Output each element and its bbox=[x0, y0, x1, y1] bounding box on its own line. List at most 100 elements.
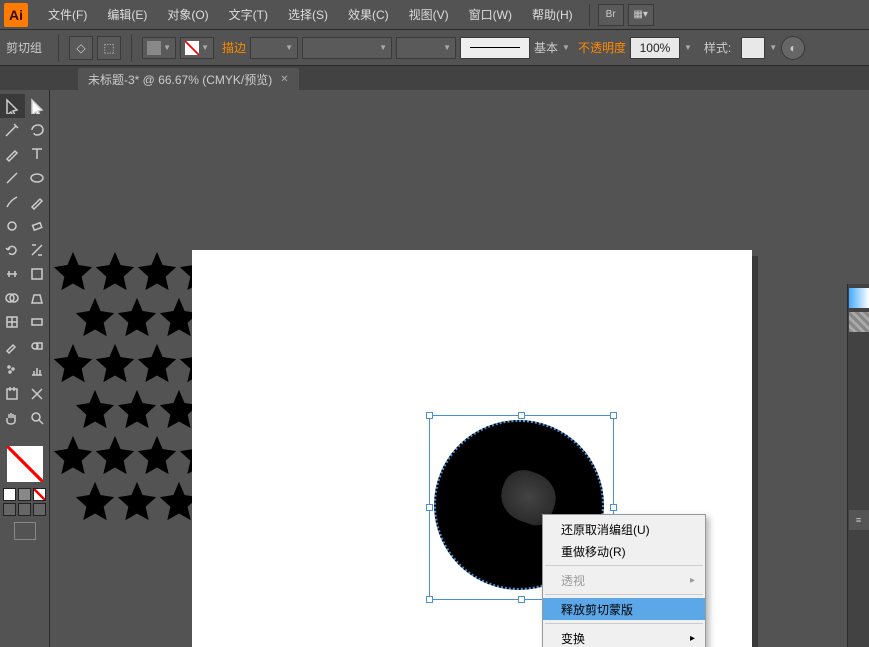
star-shape[interactable] bbox=[114, 294, 160, 340]
star-shape[interactable] bbox=[50, 340, 96, 386]
star-shape[interactable] bbox=[72, 478, 118, 524]
brush-tool[interactable] bbox=[0, 190, 25, 214]
hand-tool[interactable] bbox=[0, 406, 25, 430]
menu-object[interactable]: 对象(O) bbox=[157, 0, 218, 29]
canvas[interactable]: 还原取消编组(U)重做移动(R)透视释放剪切蒙版变换排列选择 bbox=[50, 90, 869, 647]
menu-select[interactable]: 选择(S) bbox=[278, 0, 338, 29]
stroke-profile-dropdown[interactable] bbox=[302, 37, 392, 59]
blend-tool[interactable] bbox=[25, 334, 50, 358]
context-menu-item: 透视 bbox=[543, 569, 705, 591]
no-fill-dropdown[interactable] bbox=[180, 37, 214, 59]
slice-tool[interactable] bbox=[25, 382, 50, 406]
direct-selection-tool[interactable] bbox=[25, 94, 50, 118]
pencil-tool[interactable] bbox=[25, 190, 50, 214]
color-panel-icon[interactable] bbox=[849, 288, 869, 308]
star-shape[interactable] bbox=[72, 294, 118, 340]
pen-tool[interactable] bbox=[0, 142, 25, 166]
zoom-tool[interactable] bbox=[25, 406, 50, 430]
artboard-tool[interactable] bbox=[0, 382, 25, 406]
gradient-mode-btn[interactable] bbox=[18, 488, 31, 501]
document-tab-bar: 未标题-3* @ 66.67% (CMYK/预览) ✕ bbox=[0, 66, 869, 90]
stroke-weight-dropdown[interactable] bbox=[250, 37, 298, 59]
draw-normal-btn[interactable] bbox=[3, 503, 16, 516]
star-shape[interactable] bbox=[134, 340, 180, 386]
width-tool[interactable] bbox=[0, 262, 25, 286]
lasso-tool[interactable] bbox=[25, 118, 50, 142]
context-menu-item[interactable]: 重做移动(R) bbox=[543, 540, 705, 562]
star-shape[interactable] bbox=[134, 432, 180, 478]
context-menu-item[interactable]: 还原取消编组(U) bbox=[543, 518, 705, 540]
context-menu-item[interactable]: 变换 bbox=[543, 627, 705, 647]
star-shape[interactable] bbox=[50, 432, 96, 478]
document-tab-title: 未标题-3* @ 66.67% (CMYK/预览) bbox=[88, 71, 272, 88]
stroke-label: 描边 bbox=[222, 39, 246, 56]
star-shape[interactable] bbox=[134, 248, 180, 294]
menu-bar: Ai 文件(F) 编辑(E) 对象(O) 文字(T) 选择(S) 效果(C) 视… bbox=[0, 0, 869, 30]
free-transform-tool[interactable] bbox=[25, 262, 50, 286]
menu-edit[interactable]: 编辑(E) bbox=[97, 0, 157, 29]
star-shape[interactable] bbox=[72, 386, 118, 432]
brush-preview[interactable] bbox=[460, 37, 530, 59]
stroke-panel-icon[interactable]: ≡ bbox=[849, 510, 869, 530]
eyedropper-tool[interactable] bbox=[0, 334, 25, 358]
graph-tool[interactable] bbox=[25, 358, 50, 382]
menu-type[interactable]: 文字(T) bbox=[219, 0, 278, 29]
handle-top-center[interactable] bbox=[518, 412, 525, 419]
bridge-button[interactable]: Br bbox=[598, 4, 624, 26]
menu-file[interactable]: 文件(F) bbox=[38, 0, 97, 29]
menu-effect[interactable]: 效果(C) bbox=[338, 0, 399, 29]
color-mode-btn[interactable] bbox=[3, 488, 16, 501]
ellipse-tool[interactable] bbox=[25, 166, 50, 190]
shape-builder-tool[interactable] bbox=[0, 286, 25, 310]
context-menu: 还原取消编组(U)重做移动(R)透视释放剪切蒙版变换排列选择 bbox=[542, 514, 706, 647]
menu-window[interactable]: 窗口(W) bbox=[459, 0, 522, 29]
brush-def-dropdown[interactable] bbox=[396, 37, 456, 59]
mesh-tool[interactable] bbox=[0, 310, 25, 334]
perspective-tool[interactable] bbox=[25, 286, 50, 310]
edit-mask-button[interactable]: ⬚ bbox=[97, 36, 121, 60]
star-shape[interactable] bbox=[92, 248, 138, 294]
rotate-tool[interactable] bbox=[0, 238, 25, 262]
magic-wand-tool[interactable] bbox=[0, 118, 25, 142]
arrange-documents-button[interactable]: ▦▾ bbox=[628, 4, 654, 26]
app-logo: Ai bbox=[4, 3, 28, 27]
star-shape[interactable] bbox=[114, 478, 160, 524]
swatches-panel-icon[interactable] bbox=[849, 312, 869, 332]
opacity-input[interactable] bbox=[630, 37, 680, 59]
line-tool[interactable] bbox=[0, 166, 25, 190]
fill-stroke-swatch[interactable] bbox=[7, 446, 43, 482]
type-tool[interactable] bbox=[25, 142, 50, 166]
handle-mid-right[interactable] bbox=[610, 504, 617, 511]
blob-tool[interactable] bbox=[0, 214, 25, 238]
toolbox bbox=[0, 90, 50, 647]
star-shape[interactable] bbox=[92, 340, 138, 386]
menu-view[interactable]: 视图(V) bbox=[399, 0, 459, 29]
symbol-sprayer-tool[interactable] bbox=[0, 358, 25, 382]
draw-inside-btn[interactable] bbox=[33, 503, 46, 516]
control-bar: 剪切组 ◇ ⬚ 描边 基本 ▼ 不透明度 ▼ 样式: ▼ ◐ bbox=[0, 30, 869, 66]
star-shape[interactable] bbox=[92, 432, 138, 478]
star-shape[interactable] bbox=[114, 386, 160, 432]
handle-mid-left[interactable] bbox=[426, 504, 433, 511]
draw-behind-btn[interactable] bbox=[18, 503, 31, 516]
selection-type-label: 剪切组 bbox=[6, 39, 42, 56]
recolor-button[interactable]: ◐ bbox=[781, 36, 805, 60]
handle-top-left[interactable] bbox=[426, 412, 433, 419]
handle-bottom-center[interactable] bbox=[518, 596, 525, 603]
selection-tool[interactable] bbox=[0, 94, 25, 118]
close-icon[interactable]: ✕ bbox=[280, 74, 288, 85]
document-tab[interactable]: 未标题-3* @ 66.67% (CMYK/预览) ✕ bbox=[78, 68, 299, 90]
edit-contents-button[interactable]: ◇ bbox=[69, 36, 93, 60]
menu-help[interactable]: 帮助(H) bbox=[522, 0, 583, 29]
fill-dropdown[interactable] bbox=[142, 37, 176, 59]
handle-top-right[interactable] bbox=[610, 412, 617, 419]
gradient-tool[interactable] bbox=[25, 310, 50, 334]
none-mode-btn[interactable] bbox=[33, 488, 46, 501]
context-menu-item[interactable]: 释放剪切蒙版 bbox=[543, 598, 705, 620]
scale-tool[interactable] bbox=[25, 238, 50, 262]
handle-bottom-left[interactable] bbox=[426, 596, 433, 603]
style-swatch[interactable] bbox=[741, 37, 765, 59]
star-shape[interactable] bbox=[50, 248, 96, 294]
eraser-tool[interactable] bbox=[25, 214, 50, 238]
screen-mode-button[interactable] bbox=[14, 522, 36, 540]
